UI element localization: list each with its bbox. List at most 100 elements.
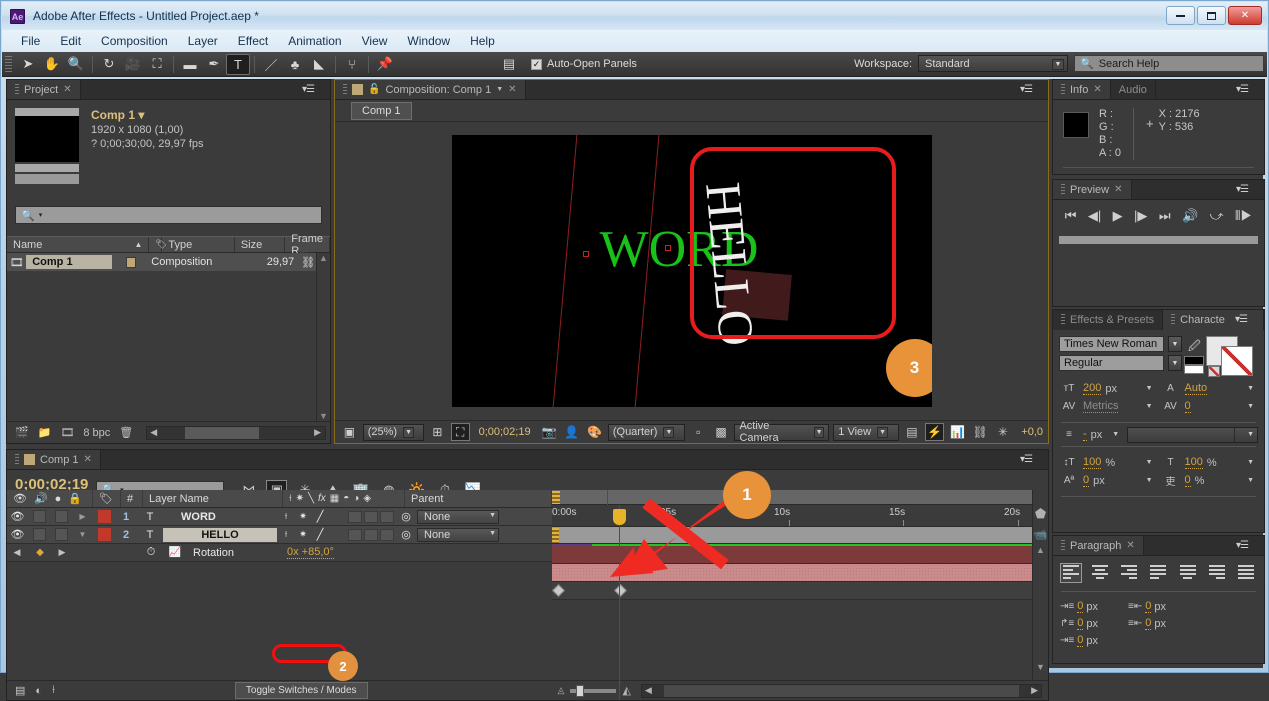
preview-progress-bar[interactable] — [1059, 236, 1258, 244]
close-icon[interactable]: ✕ — [1093, 84, 1101, 95]
timeline-horizontal-scrollbar[interactable]: ◀ ▶ — [640, 683, 1042, 698]
chevron-down-icon[interactable]: ▼ — [1146, 459, 1157, 466]
scroll-down-icon[interactable]: ▼ — [1036, 662, 1045, 672]
close-icon[interactable]: ✕ — [1126, 540, 1134, 551]
bit-depth-label[interactable]: 8 bpc — [83, 427, 110, 439]
new-footage-icon[interactable]: 🎞 — [60, 426, 74, 439]
close-icon[interactable]: ✕ — [63, 84, 71, 95]
keyframe-track-rotation[interactable] — [552, 582, 1032, 600]
time-indicator-playhead[interactable] — [613, 505, 626, 700]
tab-character[interactable]: Characte ▾☰ — [1163, 310, 1264, 330]
layer-visibility-toggle[interactable]: 👁 — [7, 526, 28, 543]
parent-pickwhip[interactable]: ◎ — [395, 526, 417, 543]
project-vertical-scrollbar[interactable]: ▲ ▼ — [316, 253, 330, 421]
auto-open-panels-checkbox[interactable]: ✓ Auto-Open Panels — [531, 58, 637, 70]
stopwatch-icon[interactable]: ⏱ — [141, 544, 161, 561]
panel-menu-icon[interactable]: ▾☰ — [1236, 184, 1249, 195]
tab-project[interactable]: Project ✕ — [7, 80, 81, 99]
next-frame-button[interactable]: |▶ — [1134, 208, 1147, 224]
quality-toggle[interactable]: ╱ — [311, 526, 329, 543]
reset-exposure-icon[interactable]: ✳ — [994, 423, 1013, 441]
keyframe-marker[interactable] — [552, 584, 565, 597]
last-frame-button[interactable]: ⏭ — [1159, 208, 1171, 224]
lock-icon[interactable]: 🔓 — [368, 84, 380, 95]
stroke-blend-select[interactable]: ▼ — [1127, 426, 1258, 443]
layer-solo-toggle[interactable] — [50, 526, 72, 543]
space-before-value[interactable]: 0 — [1145, 617, 1152, 630]
font-size-value[interactable]: 200 — [1083, 382, 1102, 395]
channel-select-icon[interactable]: 🎨 — [585, 423, 604, 441]
panel-list-icon[interactable]: ▤ — [497, 54, 521, 75]
layer-solo-toggle[interactable] — [50, 508, 72, 525]
viewer-current-time[interactable]: 0;00;02;19 — [473, 426, 536, 438]
pen-tool-icon[interactable]: ✒ — [202, 54, 226, 75]
quality-toggle[interactable]: ╱ — [311, 508, 329, 525]
clone-stamp-tool-icon[interactable]: ♣ — [283, 54, 307, 75]
layer-name[interactable]: WORD — [163, 511, 277, 523]
vertical-scale-value[interactable]: 100 — [1083, 456, 1102, 469]
delete-icon[interactable]: 🗑 — [119, 426, 133, 439]
column-type[interactable]: Type — [162, 237, 235, 252]
scroll-left-icon[interactable]: ◀ — [642, 685, 652, 696]
timeline-work-area[interactable] — [552, 527, 1032, 544]
parent-select[interactable]: None ▼ — [417, 509, 499, 524]
chevron-down-icon[interactable]: ▼ — [1146, 477, 1157, 484]
tab-info[interactable]: Info ✕ — [1053, 80, 1111, 99]
scroll-left-icon[interactable]: ◀ — [147, 427, 157, 438]
chevron-down-icon[interactable]: ▼ — [1146, 403, 1157, 410]
menu-help[interactable]: Help — [461, 32, 504, 50]
space-before-control[interactable]: ≡⇤ 0 px — [1128, 617, 1190, 630]
composition-stage[interactable]: WORD HELLO 3 — [451, 135, 932, 407]
snapshot-icon[interactable]: 📷 — [540, 423, 559, 441]
kerning-value[interactable]: Metrics — [1083, 400, 1119, 413]
menu-window[interactable]: Window — [398, 32, 459, 50]
project-search-input[interactable]: 🔍 ▾ — [15, 206, 322, 224]
align-center-button[interactable] — [1089, 563, 1111, 583]
stroke-width-control[interactable]: ≡ - px ▼ ▼ — [1059, 426, 1258, 443]
timeline-icon[interactable]: 📊 — [948, 423, 967, 441]
first-frame-button[interactable]: ⏮ — [1065, 208, 1077, 224]
loop-button[interactable]: ⤻ — [1210, 208, 1224, 224]
panel-menu-icon[interactable]: ▾☰ — [302, 84, 315, 95]
anchor-point-2[interactable] — [664, 245, 671, 251]
chevron-down-icon[interactable]: ▼ — [1168, 336, 1182, 352]
layer-label-color[interactable] — [93, 508, 115, 525]
solo-icon[interactable]: ● — [55, 493, 62, 505]
always-preview-icon[interactable]: ▣ — [340, 423, 359, 441]
zoom-tool-icon[interactable]: 🔍 — [64, 54, 88, 75]
shape-tool-icon[interactable]: ▬ — [178, 54, 202, 75]
menu-view[interactable]: View — [353, 32, 397, 50]
frame-blend-toggle[interactable] — [347, 526, 363, 543]
default-stroke-swatch[interactable] — [1184, 365, 1204, 374]
timeline-graph-area[interactable]: 0:00s 05s 10s 15s 20s — [552, 490, 1041, 700]
baseline-shift-value[interactable]: 0 — [1083, 474, 1090, 487]
layer-bar-word[interactable] — [552, 546, 1032, 564]
chevron-down-icon[interactable]: ▼ — [1247, 477, 1258, 484]
panel-menu-icon[interactable]: ▾☰ — [1020, 84, 1033, 95]
panel-menu-icon[interactable]: ▾☰ — [1235, 314, 1248, 325]
tsume-value[interactable]: 0 — [1184, 474, 1191, 487]
zoom-slider-knob[interactable] — [576, 684, 585, 697]
shape-marker-icon[interactable]: ⬟ — [1035, 506, 1046, 522]
composition-viewer[interactable]: WORD HELLO 3 — [335, 122, 1048, 420]
tab-paragraph[interactable]: Paragraph ✕ — [1053, 536, 1144, 555]
keyframe-marker[interactable] — [614, 584, 627, 597]
motion-blur-toggle[interactable] — [363, 508, 379, 525]
indent-right-control[interactable]: ≡⇤ 0 px — [1128, 600, 1190, 613]
leading-control[interactable]: A Auto ▼ — [1161, 380, 1259, 397]
leading-value[interactable]: Auto — [1184, 382, 1208, 395]
comp-flowchart-icon[interactable]: ⛓ — [971, 423, 990, 441]
previous-frame-button[interactable]: ◀| — [1088, 208, 1101, 224]
project-comp-name[interactable]: Comp 1 ▾ — [91, 108, 204, 122]
default-fill-swatch[interactable] — [1184, 356, 1204, 365]
chevron-down-icon[interactable]: ▾ — [138, 108, 144, 122]
layer-expand-arrow[interactable]: ▶ — [72, 508, 93, 525]
scroll-down-icon[interactable]: ▼ — [319, 411, 328, 421]
menu-effect[interactable]: Effect — [229, 32, 277, 50]
indent-first-line-control[interactable]: ↱≡ 0 px — [1060, 617, 1122, 630]
camera-select[interactable]: Active Camera ▼ — [734, 420, 830, 444]
stroke-color-swatch[interactable] — [1221, 346, 1253, 376]
collapse-toggle[interactable]: ✷ — [295, 526, 311, 543]
hand-tool-icon[interactable]: ✋ — [40, 54, 64, 75]
project-horizontal-scrollbar[interactable]: ◀ ▶ — [146, 425, 326, 440]
